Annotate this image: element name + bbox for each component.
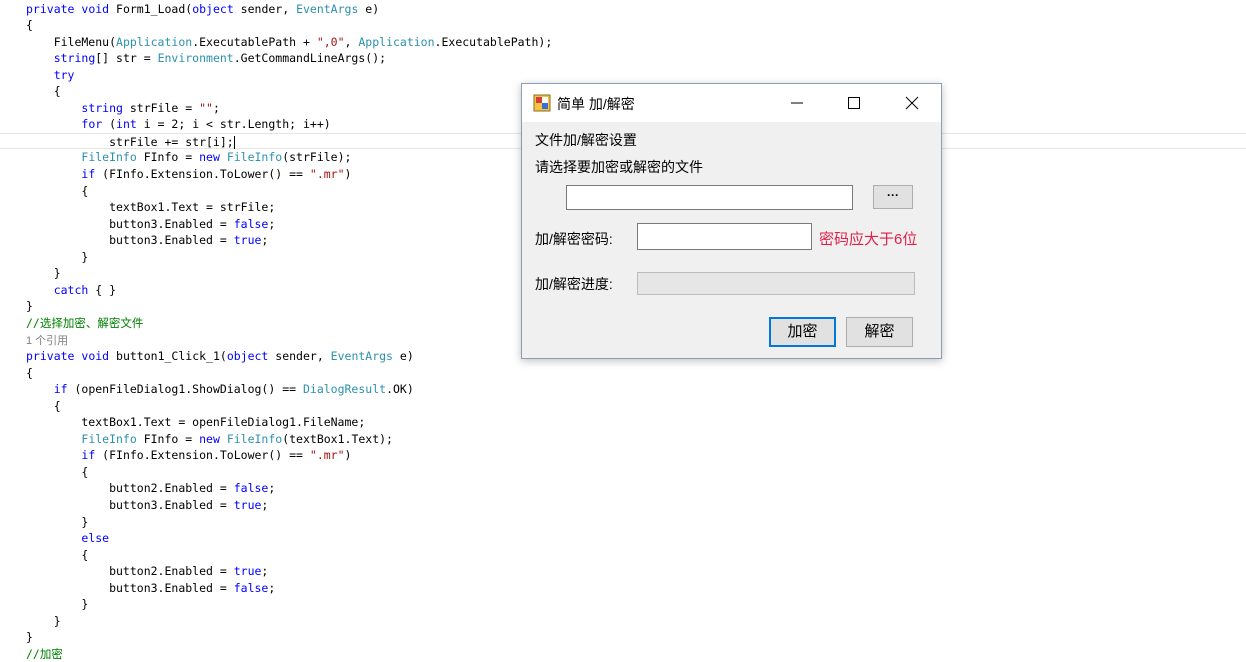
code-line: {	[26, 84, 61, 99]
code-line: if (FInfo.Extension.ToLower() == ".mr")	[81, 448, 352, 463]
code-line: try	[53, 67, 75, 82]
browse-button[interactable]: ···	[873, 185, 913, 209]
code-line: }	[26, 597, 89, 612]
code-line: string strFile = "";	[81, 100, 220, 115]
section-title: 文件加/解密设置	[535, 132, 637, 148]
app-icon	[533, 94, 551, 112]
code-line: textBox1.Text = strFile;	[26, 200, 276, 215]
code-line: }	[26, 514, 89, 529]
maximize-button[interactable]	[825, 84, 883, 122]
encrypt-button[interactable]: 加密	[769, 317, 836, 347]
code-line: //加密	[26, 646, 63, 661]
code-line: if (openFileDialog1.ShowDialog() == Dial…	[53, 382, 414, 397]
code-line: button3.Enabled = false;	[26, 580, 276, 595]
code-line: else	[81, 531, 110, 546]
code-line: {	[26, 464, 89, 479]
code-line: button3.Enabled = true;	[26, 233, 269, 248]
choose-file-label: 请选择要加密或解密的文件	[535, 159, 703, 175]
code-line: {	[26, 547, 89, 562]
code-line: {	[26, 18, 33, 33]
decrypt-button[interactable]: 解密	[846, 317, 913, 347]
code-line: FileInfo FInfo = new FileInfo(textBox1.T…	[81, 431, 393, 446]
minimize-button[interactable]	[768, 84, 826, 122]
close-icon	[905, 96, 919, 110]
code-line: button2.Enabled = false;	[26, 481, 276, 496]
code-line: if (FInfo.Extension.ToLower() == ".mr")	[81, 167, 352, 181]
code-line: }	[26, 249, 89, 264]
code-line: {	[26, 365, 33, 380]
code-line: FileInfo FInfo = new FileInfo(strFile);	[81, 150, 352, 165]
progress-bar	[637, 272, 915, 295]
file-path-input[interactable]	[566, 185, 853, 210]
maximize-icon	[848, 97, 860, 109]
password-label: 加/解密密码:	[535, 231, 613, 247]
code-line: {	[26, 398, 61, 413]
minimize-icon	[791, 102, 803, 104]
code-line: catch { }	[53, 282, 117, 297]
code-line: }	[26, 266, 61, 281]
code-line: //选择加密、解密文件	[26, 315, 144, 330]
close-button[interactable]	[883, 84, 941, 122]
code-line: for (int i = 2; i < str.Length; i++)	[81, 117, 331, 132]
code-line: }	[26, 630, 33, 645]
password-hint: 密码应大于6位	[819, 231, 918, 248]
title-bar[interactable]: 简单 加/解密	[522, 84, 941, 122]
code-line: button2.Enabled = true;	[26, 564, 269, 579]
code-line: button3.Enabled = true;	[26, 498, 269, 512]
code-line: string[] str = Environment.GetCommandLin…	[53, 51, 387, 66]
code-line: private void Form1_Load(object sender, E…	[26, 1, 380, 16]
code-line: FileMenu(Application.ExecutablePath + ",…	[26, 34, 553, 49]
code-line: button3.Enabled = false;	[26, 216, 276, 231]
dialog-title: 简单 加/解密	[557, 96, 635, 112]
code-line: 1 个引用	[26, 334, 69, 347]
code-line: {	[26, 183, 89, 198]
code-line: textBox1.Text = openFileDialog1.FileName…	[26, 415, 366, 430]
encrypt-dialog: 简单 加/解密 文件加/解密设置 请选择要加密或解密的文件 ··· 加/解密密码…	[521, 83, 942, 359]
code-line: }	[26, 299, 33, 314]
progress-label: 加/解密进度:	[535, 276, 613, 292]
password-input[interactable]	[637, 223, 812, 250]
code-line: }	[26, 613, 61, 628]
code-line: private void button1_Click_1(object send…	[26, 349, 414, 364]
